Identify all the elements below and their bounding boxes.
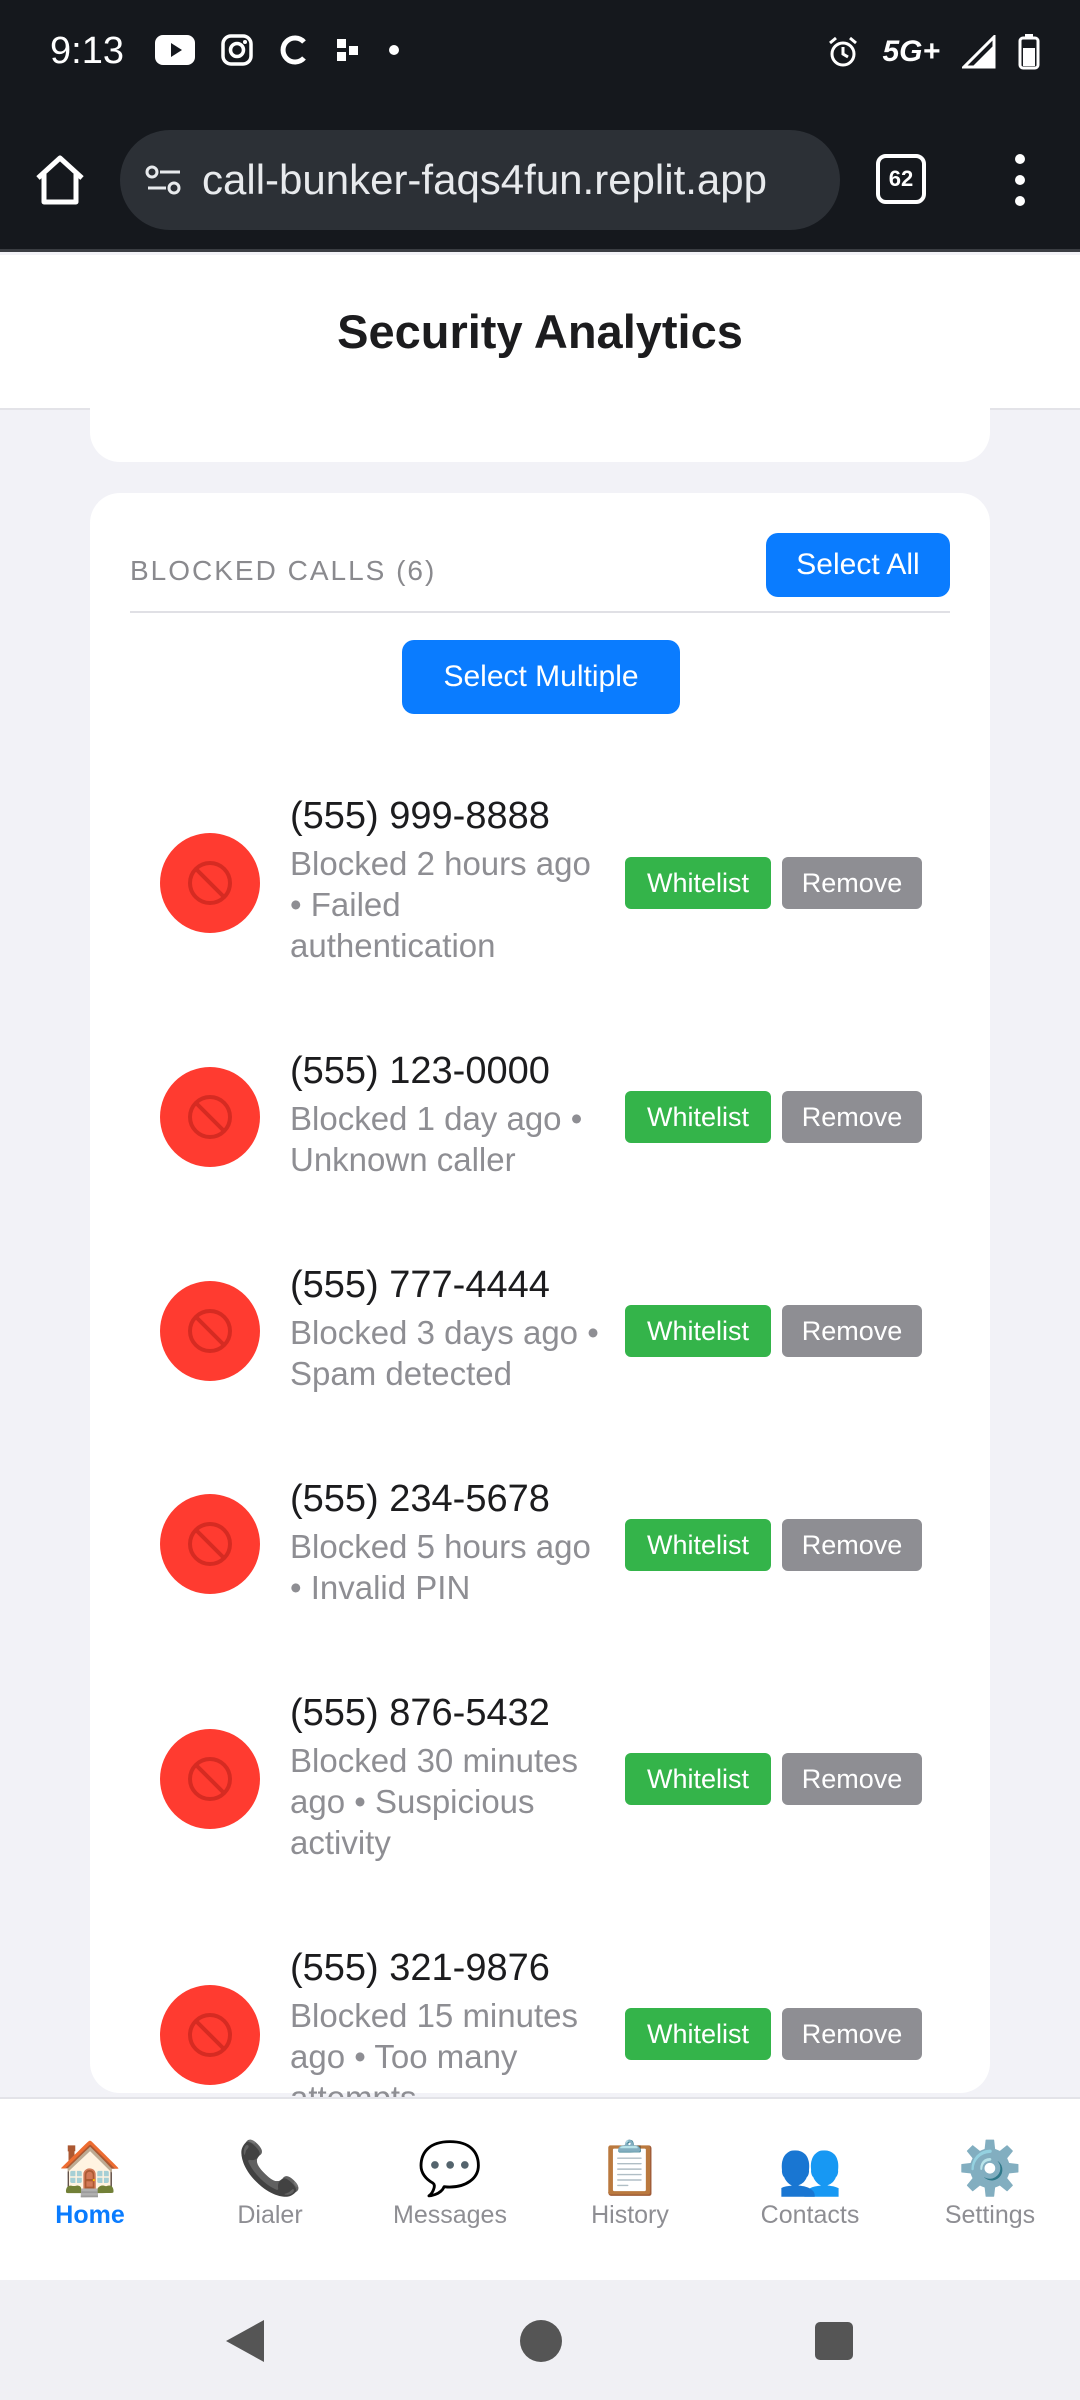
remove-button[interactable]: Remove: [782, 1091, 922, 1143]
home-nav-icon: 🏠: [57, 2140, 123, 2198]
youtube-icon: [155, 35, 195, 65]
phone-number: (555) 777-4444: [290, 1264, 550, 1306]
card-header: BLOCKED CALLS (6) Select All: [130, 533, 950, 613]
page-title: Security Analytics: [337, 305, 743, 358]
phone-number: (555) 876-5432: [290, 1692, 550, 1734]
nav-messages[interactable]: 💬 Messages: [360, 2099, 540, 2280]
browser-toolbar: call-bunker-faqs4fun.replit.app 62: [0, 110, 1080, 252]
remove-button[interactable]: Remove: [782, 2008, 922, 2060]
whitelist-button[interactable]: Whitelist: [625, 1753, 771, 1805]
notification-icons: [155, 34, 401, 66]
phone-nav-icon: 📞: [237, 2140, 303, 2198]
people-icon: 👥: [777, 2140, 843, 2198]
nav-contacts[interactable]: 👥 Contacts: [720, 2099, 900, 2280]
blocked-icon: [160, 1985, 260, 2085]
remove-button[interactable]: Remove: [782, 1753, 922, 1805]
tab-switcher-button[interactable]: 62: [876, 154, 926, 204]
blocked-calls-card: BLOCKED CALLS (6) Select All Select Mult…: [90, 493, 990, 2116]
phone-number: (555) 234-5678: [290, 1478, 550, 1520]
nav-history[interactable]: 📋 History: [540, 2099, 720, 2280]
select-multiple-button[interactable]: Select Multiple: [402, 640, 680, 714]
blocked-icon: [160, 833, 260, 933]
nav-label: Dialer: [237, 2201, 303, 2229]
network-label: 5G+: [882, 35, 940, 68]
nav-label: History: [591, 2201, 669, 2229]
phone-number: (555) 321-9876: [290, 1947, 550, 1989]
whitelist-button[interactable]: Whitelist: [625, 1091, 771, 1143]
gear-icon: ⚙️: [957, 2140, 1023, 2198]
remove-button[interactable]: Remove: [782, 1519, 922, 1571]
block-detail: Blocked 30 minutes ago • Suspicious acti…: [290, 1742, 578, 1861]
dot-icon: [389, 45, 399, 55]
url-text[interactable]: call-bunker-faqs4fun.replit.app: [202, 156, 812, 204]
section-title: BLOCKED CALLS (6): [130, 555, 437, 586]
site-settings-icon[interactable]: [142, 158, 186, 202]
select-all-button[interactable]: Select All: [766, 533, 950, 597]
whitelist-button[interactable]: Whitelist: [625, 1519, 771, 1571]
signal-icon: [962, 35, 996, 69]
nav-label: Messages: [393, 2201, 507, 2229]
remove-button[interactable]: Remove: [782, 1305, 922, 1357]
alarm-icon: [829, 36, 858, 67]
clipboard-icon: 📋: [597, 2140, 663, 2198]
system-nav-bar: [0, 2280, 1080, 2400]
slack-icon: [337, 39, 358, 61]
whitelist-button[interactable]: Whitelist: [625, 857, 771, 909]
block-detail: Blocked 2 hours ago • Failed authenticat…: [290, 845, 591, 964]
system-status-icons: 5G+: [826, 34, 1040, 70]
block-detail: Blocked 1 day ago • Unknown caller: [290, 1100, 583, 1178]
recents-icon[interactable]: [815, 2322, 853, 2360]
whitelist-button[interactable]: Whitelist: [625, 2008, 771, 2060]
nav-settings[interactable]: ⚙️ Settings: [900, 2099, 1080, 2280]
nav-home[interactable]: 🏠 Home: [0, 2099, 180, 2280]
instagram-icon: [221, 34, 253, 66]
whitelist-button[interactable]: Whitelist: [625, 1305, 771, 1357]
battery-icon: [1018, 34, 1040, 70]
blocked-icon: [160, 1494, 260, 1594]
block-detail: Blocked 5 hours ago • Invalid PIN: [290, 1528, 591, 1606]
back-icon[interactable]: [222, 2316, 268, 2366]
status-time: 9:13: [50, 30, 124, 72]
c-app-icon: [280, 35, 306, 65]
status-bar: 9:13 5G+: [0, 0, 1080, 110]
phone-number: (555) 999-8888: [290, 795, 550, 837]
previous-card: [90, 380, 990, 462]
home-icon[interactable]: [32, 152, 88, 208]
phone-number: (555) 123-0000: [290, 1050, 550, 1092]
address-bar[interactable]: call-bunker-faqs4fun.replit.app: [120, 130, 840, 230]
nav-label: Home: [55, 2201, 125, 2229]
bottom-nav: 🏠 Home 📞 Dialer 💬 Messages 📋 History 👥 C…: [0, 2097, 1080, 2280]
nav-label: Contacts: [760, 2201, 860, 2229]
nav-dialer[interactable]: 📞 Dialer: [180, 2099, 360, 2280]
nav-label: Settings: [944, 2201, 1036, 2229]
speech-bubble-icon: 💬: [417, 2140, 483, 2198]
more-options-icon[interactable]: [1000, 148, 1040, 212]
block-detail: Blocked 3 days ago • Spam detected: [290, 1314, 599, 1392]
home-circle-icon[interactable]: [520, 2320, 562, 2362]
blocked-icon: [160, 1729, 260, 1829]
blocked-icon: [160, 1281, 260, 1381]
blocked-icon: [160, 1067, 260, 1167]
remove-button[interactable]: Remove: [782, 857, 922, 909]
